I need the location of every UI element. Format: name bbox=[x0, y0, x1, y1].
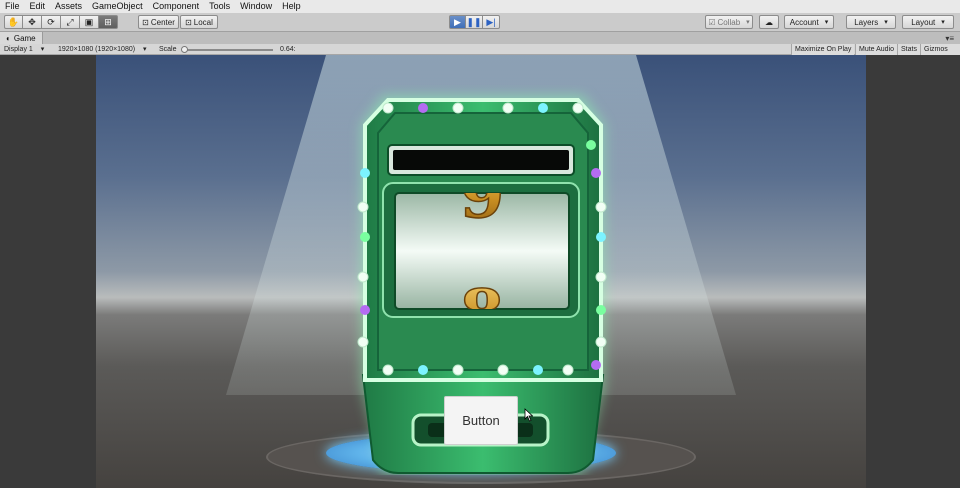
mouse-cursor-icon bbox=[524, 408, 533, 422]
menu-file[interactable]: File bbox=[0, 0, 25, 13]
game-tab-bar: ◐ Game ▾≡ bbox=[0, 32, 960, 44]
account-label: Account bbox=[789, 17, 819, 27]
menu-bar: File Edit Assets GameObject Component To… bbox=[0, 0, 960, 13]
layers-dropdown[interactable]: Layers bbox=[846, 15, 896, 29]
pause-icon[interactable]: ❚❚ bbox=[466, 15, 483, 29]
transform-tools: ✋ ✥ ⟳ ⤢ ▣ ⊞ bbox=[4, 15, 118, 29]
rect-icon[interactable]: ▣ bbox=[80, 15, 99, 29]
scale-value: 0.64: bbox=[280, 46, 296, 53]
space-local-button[interactable]: ⊡ Local bbox=[180, 15, 218, 29]
cloud-button[interactable]: ☁ bbox=[759, 15, 779, 29]
space-label: Local bbox=[193, 17, 213, 27]
pivot-label: Center bbox=[150, 17, 175, 27]
game-viewport[interactable]: 9 8 Button bbox=[0, 55, 960, 488]
game-view-bar: Display 1 1920×1080 (1920×1080) Scale 0.… bbox=[0, 44, 960, 55]
local-icon: ⊡ bbox=[185, 17, 192, 27]
menu-tools[interactable]: Tools bbox=[204, 0, 235, 13]
scale-icon[interactable]: ⤢ bbox=[61, 15, 80, 29]
layout-label: Layout bbox=[911, 17, 936, 27]
mute-audio-toggle[interactable]: Mute Audio bbox=[855, 44, 898, 55]
game-tab-icon: ◐ bbox=[6, 33, 11, 43]
menu-window[interactable]: Window bbox=[235, 0, 277, 13]
collab-label: Collab bbox=[717, 17, 741, 27]
gizmos-dropdown[interactable]: Gizmos bbox=[920, 44, 960, 55]
move-icon[interactable]: ✥ bbox=[23, 15, 42, 29]
resolution-label: 1920×1080 (1920×1080) bbox=[58, 46, 136, 53]
layout-dropdown[interactable]: Layout bbox=[902, 15, 954, 29]
scale-label: Scale bbox=[159, 46, 177, 53]
game-ui-button-label: Button bbox=[462, 413, 500, 428]
layers-label: Layers bbox=[854, 17, 879, 27]
play-controls: ▶ ❚❚ ▶| bbox=[449, 15, 500, 29]
cloud-icon: ☁ bbox=[765, 17, 773, 27]
tab-menu-icon[interactable]: ▾≡ bbox=[945, 34, 960, 43]
menu-component[interactable]: Component bbox=[148, 0, 205, 13]
stats-toggle[interactable]: Stats bbox=[897, 44, 920, 55]
pivot-icon: ⊡ bbox=[142, 17, 149, 27]
scale-slider-thumb[interactable] bbox=[181, 46, 188, 53]
transform-icon[interactable]: ⊞ bbox=[99, 15, 118, 29]
account-dropdown[interactable]: Account bbox=[784, 15, 834, 29]
step-icon[interactable]: ▶| bbox=[483, 15, 500, 29]
gizmos-label: Gizmos bbox=[924, 46, 948, 53]
scale-slider-track[interactable] bbox=[185, 49, 273, 51]
rotate-icon[interactable]: ⟳ bbox=[42, 15, 61, 29]
resolution-dropdown[interactable]: 1920×1080 (1920×1080) bbox=[58, 44, 147, 55]
menu-edit[interactable]: Edit bbox=[25, 0, 51, 13]
game-ui-button[interactable]: Button bbox=[444, 396, 518, 445]
pivot-center-button[interactable]: ⊡ Center bbox=[138, 15, 179, 29]
play-icon[interactable]: ▶ bbox=[449, 15, 466, 29]
display-label: Display 1 bbox=[4, 46, 33, 53]
game-tab-title: Game bbox=[13, 33, 36, 43]
menu-assets[interactable]: Assets bbox=[50, 0, 87, 13]
collab-dropdown[interactable]: ☑ Collab bbox=[705, 15, 753, 29]
display-dropdown[interactable]: Display 1 bbox=[4, 44, 44, 55]
menu-gameobject[interactable]: GameObject bbox=[87, 0, 148, 13]
main-toolbar: ✋ ✥ ⟳ ⤢ ▣ ⊞ ⊡ Center ⊡ Local ▶ ❚❚ ▶| ☑ C… bbox=[0, 13, 960, 32]
maximize-on-play-toggle[interactable]: Maximize On Play bbox=[791, 44, 855, 55]
menu-help[interactable]: Help bbox=[277, 0, 306, 13]
collab-icon: ☑ bbox=[708, 17, 716, 27]
hand-icon[interactable]: ✋ bbox=[4, 15, 23, 29]
tab-game[interactable]: ◐ Game bbox=[0, 32, 43, 44]
